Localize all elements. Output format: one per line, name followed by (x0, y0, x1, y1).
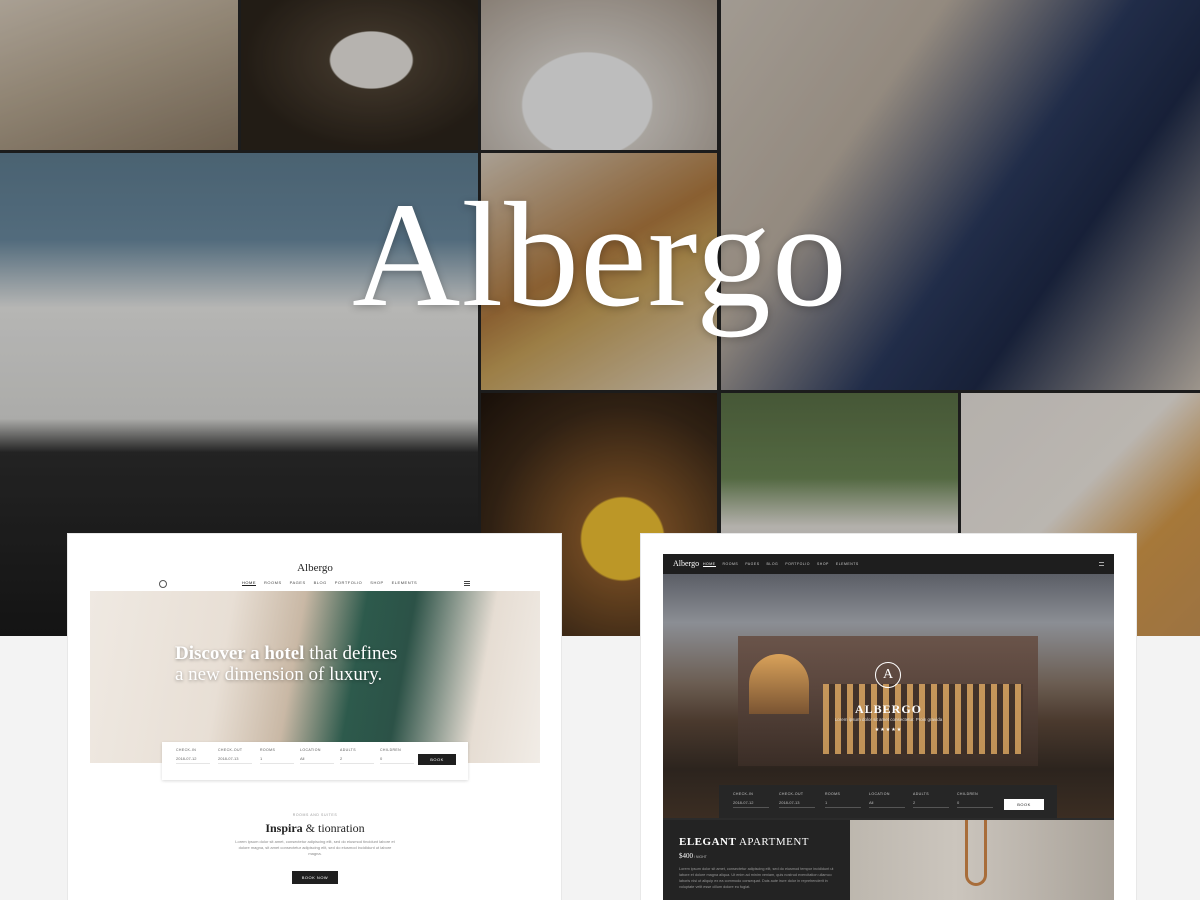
field-label: LOCATION (300, 748, 321, 752)
children-select[interactable]: CHILDREN 0 (957, 792, 993, 808)
nav-item-rooms[interactable]: ROOMS (264, 580, 282, 586)
nav-item-rooms[interactable]: ROOMS (723, 562, 739, 567)
field-label: CHECK-IN (733, 792, 754, 796)
hero-title: ALBERGO (854, 702, 922, 716)
apartment-title: ELEGANT APARTMENT (679, 836, 809, 848)
photo-bathtub (481, 0, 717, 150)
nav-item-home[interactable]: HOME (242, 580, 256, 586)
brand-logo: Albergo (352, 172, 848, 338)
field-value[interactable]: 2 (340, 756, 374, 764)
field-label: CHECK-IN (176, 748, 197, 752)
photo-dinner-plate (241, 0, 478, 150)
field-label: ROOMS (825, 792, 841, 796)
nav-item-pages[interactable]: PAGES (745, 562, 759, 567)
section-heading: Inspira & tionration (90, 821, 540, 836)
field-label: ADULTS (913, 792, 929, 796)
nav-item-portfolio[interactable]: PORTFOLIO (335, 580, 363, 586)
price-unit: / NIGHT (693, 855, 707, 859)
hero-title-bold: Discover a hotel (175, 643, 305, 664)
rooms-select[interactable]: ROOMS 1 (825, 792, 861, 808)
section-heading-bold: Inspira (265, 821, 303, 835)
children-select[interactable]: CHILDREN 0 (380, 748, 414, 764)
field-label: CHILDREN (957, 792, 979, 796)
field-label: CHECK-OUT (218, 748, 243, 752)
hero-banner: A ALBERGO Lorem ipsum dolor sit amet con… (663, 574, 1114, 818)
brand-emblem-icon: A (875, 662, 901, 688)
book-now-button[interactable]: BOOK NOW (292, 871, 338, 884)
nav-item-blog[interactable]: BLOG (314, 580, 327, 586)
search-icon[interactable] (159, 580, 167, 588)
check-out-field[interactable]: CHECK-OUT 2018-07-13 (218, 748, 252, 764)
field-value[interactable]: 1 (260, 756, 294, 764)
apartment-description: Lorem ipsum dolor sit amet, consectetur … (679, 867, 834, 889)
dark-site: Albergo HOME ROOMS PAGES BLOG PORTFOLIO … (663, 554, 1114, 900)
nav-item-elements[interactable]: ELEMENTS (392, 580, 418, 586)
book-button[interactable]: BOOK (418, 754, 456, 765)
field-value[interactable]: 0 (380, 756, 414, 764)
nav-menu: HOME ROOMS PAGES BLOG PORTFOLIO SHOP ELE… (703, 562, 859, 567)
hero-banner: Discover a hotel that defines a new dime… (90, 591, 540, 763)
nav-item-portfolio[interactable]: PORTFOLIO (785, 562, 810, 567)
photo-bedroom (0, 0, 238, 150)
light-theme-preview: Albergo HOME ROOMS PAGES BLOG PORTFOLIO … (68, 534, 561, 900)
field-value[interactable]: All (869, 800, 905, 808)
light-site: Albergo HOME ROOMS PAGES BLOG PORTFOLIO … (90, 556, 540, 900)
field-label: LOCATION (869, 792, 890, 796)
hero-title: Discover a hotel that defines a new dime… (175, 643, 465, 685)
adults-select[interactable]: ADULTS 2 (913, 792, 949, 808)
book-button[interactable]: BOOK (1004, 799, 1044, 810)
hamburger-menu-icon[interactable] (464, 581, 470, 586)
apartment-price: $400 / NIGHT (679, 852, 707, 860)
check-out-field[interactable]: CHECK-OUT 2018-07-13 (779, 792, 815, 808)
adults-select[interactable]: ADULTS 2 (340, 748, 374, 764)
nav-item-elements[interactable]: ELEMENTS (836, 562, 859, 567)
pendant-lamp (965, 820, 987, 886)
site-logo[interactable]: Albergo (673, 559, 699, 568)
field-value[interactable]: 2 (913, 800, 949, 808)
check-in-field[interactable]: CHECK-IN 2018-07-12 (176, 748, 210, 764)
dark-theme-preview: Albergo HOME ROOMS PAGES BLOG PORTFOLIO … (641, 534, 1136, 900)
hero-subtitle: Lorem ipsum dolor sit amet consectetur. … (834, 717, 943, 722)
section-kicker: ROOMS AND SUITES (292, 813, 338, 817)
field-value[interactable]: All (300, 756, 334, 764)
section-body: Lorem ipsum dolor sit amet, consectetur … (235, 839, 395, 856)
location-select[interactable]: LOCATION All (869, 792, 905, 808)
promo-page: Albergo Albergo HOME ROOMS PAGES BLOG PO… (0, 0, 1200, 900)
field-label: ADULTS (340, 748, 356, 752)
hamburger-menu-icon[interactable] (1099, 562, 1104, 566)
section-heading-rest: & tionration (302, 821, 365, 835)
field-label: CHILDREN (380, 748, 402, 752)
hero-title-rest: that defines (304, 643, 398, 664)
location-select[interactable]: LOCATION All (300, 748, 334, 764)
apartment-photo (850, 820, 1114, 900)
booking-form: CHECK-IN 2018-07-12 CHECK-OUT 2018-07-13… (162, 742, 468, 780)
nav-item-blog[interactable]: BLOG (767, 562, 779, 567)
top-bar: Albergo HOME ROOMS PAGES BLOG PORTFOLIO … (663, 554, 1114, 574)
field-value[interactable]: 2018-07-13 (779, 800, 815, 808)
rooms-select[interactable]: ROOMS 1 (260, 748, 294, 764)
apartment-card: ELEGANT APARTMENT $400 / NIGHT Lorem ips… (663, 820, 850, 900)
check-in-field[interactable]: CHECK-IN 2018-07-12 (733, 792, 769, 808)
apartment-title-bold: ELEGANT (679, 836, 737, 848)
nav-menu: HOME ROOMS PAGES BLOG PORTFOLIO SHOP ELE… (242, 580, 417, 586)
field-label: CHECK-OUT (779, 792, 804, 796)
nav-item-pages[interactable]: PAGES (290, 580, 306, 586)
field-value[interactable]: 2018-07-13 (218, 756, 252, 764)
nav-item-shop[interactable]: SHOP (370, 580, 383, 586)
booking-form: CHECK-IN 2018-07-12 CHECK-OUT 2018-07-13… (719, 785, 1057, 818)
price-value: $400 (679, 852, 693, 860)
site-logo[interactable]: Albergo (90, 562, 540, 574)
star-rating: ★★★★★ (874, 727, 903, 733)
field-label: ROOMS (260, 748, 276, 752)
field-value[interactable]: 2018-07-12 (733, 800, 769, 808)
field-value[interactable]: 0 (957, 800, 993, 808)
field-value[interactable]: 2018-07-12 (176, 756, 210, 764)
apartment-title-rest: APARTMENT (736, 836, 809, 848)
nav-item-home[interactable]: HOME (703, 562, 716, 567)
hero-title-line2: a new dimension of luxury. (175, 664, 383, 685)
field-value[interactable]: 1 (825, 800, 861, 808)
nav-item-shop[interactable]: SHOP (817, 562, 829, 567)
